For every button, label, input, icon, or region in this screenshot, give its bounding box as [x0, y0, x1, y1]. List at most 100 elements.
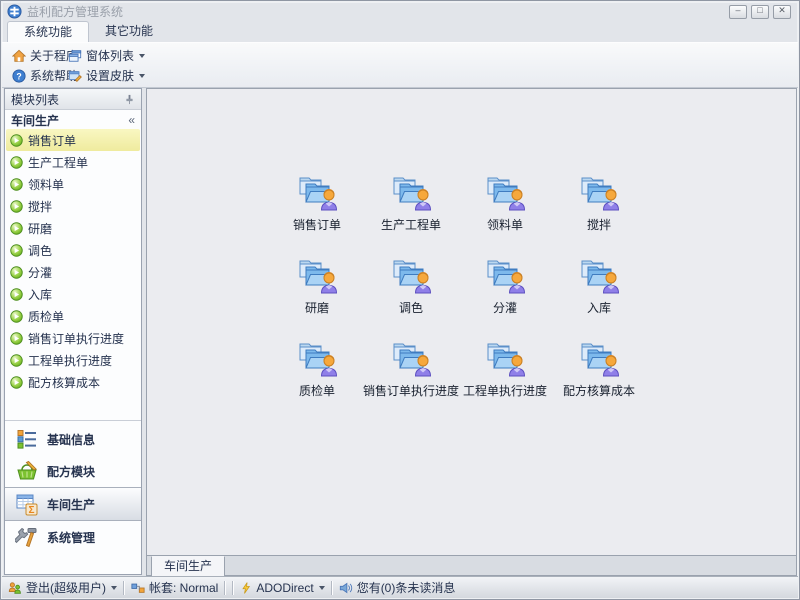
pin-icon[interactable] — [124, 94, 135, 105]
green-arrow-icon — [10, 200, 23, 213]
minimize-button[interactable]: – — [729, 5, 747, 19]
sidebar-item-grinding[interactable]: 研磨 — [6, 217, 140, 239]
title-bar: 益利配方管理系统 – □ ✕ — [1, 1, 799, 21]
sidebar-item-filling[interactable]: 分灌 — [6, 261, 140, 283]
dropdown-arrow-icon — [139, 54, 145, 58]
shortcut-mixing[interactable]: 搅拌 — [552, 165, 646, 248]
sidebar-item-sales-order[interactable]: 销售订单 — [6, 129, 140, 151]
folder-user-icon — [482, 173, 528, 213]
home-icon — [12, 49, 26, 63]
shortcut-material-requisition[interactable]: 领料单 — [458, 165, 552, 248]
green-arrow-icon — [10, 244, 23, 257]
nav-workshop-production[interactable]: Σ 车间生产 — [5, 487, 141, 521]
tools-icon — [15, 525, 39, 549]
sidebar-item-label: 生产工程单 — [28, 154, 88, 171]
shortcut-label: 领料单 — [487, 216, 523, 233]
sidebar-item-sales-order-progress[interactable]: 销售订单执行进度 — [6, 327, 140, 349]
shortcut-quality-inspection[interactable]: 质检单 — [270, 331, 364, 414]
shortcut-production-order[interactable]: 生产工程单 — [364, 165, 458, 248]
sidebar-item-production-order[interactable]: 生产工程单 — [6, 151, 140, 173]
sidebar-item-material-requisition[interactable]: 领料单 — [6, 173, 140, 195]
ado-provider-label: ADODirect — [256, 581, 313, 595]
window-list-button[interactable]: 窗体列表 — [64, 46, 149, 65]
sidebar-item-label: 工程单执行进度 — [28, 352, 112, 369]
sidebar-item-label: 销售订单执行进度 — [28, 330, 124, 347]
account-set-indicator[interactable]: 帐套: Normal — [131, 579, 218, 596]
folder-user-icon — [576, 173, 622, 213]
shortcut-label: 工程单执行进度 — [463, 382, 547, 399]
document-tab-workshop-production[interactable]: 车间生产 — [151, 556, 225, 577]
shortcut-label: 生产工程单 — [381, 216, 441, 233]
shortcut-sales-order[interactable]: 销售订单 — [270, 165, 364, 248]
nav-basic-info[interactable]: 基础信息 — [5, 423, 141, 455]
shortcut-filling[interactable]: 分灌 — [458, 248, 552, 331]
table-sigma-icon: Σ — [15, 492, 39, 516]
unread-messages-indicator[interactable]: 您有(0)条未读消息 — [339, 579, 456, 596]
nav-label: 基础信息 — [47, 431, 95, 448]
tab-other-functions[interactable]: 其它功能 — [89, 21, 169, 42]
folder-user-icon — [294, 256, 340, 296]
nav-formula-module[interactable]: 配方模块 — [5, 455, 141, 487]
set-skin-button[interactable]: 设置皮肤 — [64, 66, 149, 85]
sidebar-divider — [5, 420, 141, 421]
shortcut-label: 研磨 — [305, 299, 329, 316]
shortcut-formula-cost[interactable]: 配方核算成本 — [552, 331, 646, 414]
account-set-label: 帐套: Normal — [149, 579, 218, 596]
sidebar-item-label: 搅拌 — [28, 198, 52, 215]
ado-provider-button[interactable]: ADODirect — [240, 581, 324, 595]
svg-text:?: ? — [16, 71, 21, 81]
lightning-icon — [240, 581, 252, 595]
tab-system-functions[interactable]: 系统功能 — [7, 21, 89, 42]
status-bar: 登出(超级用户) 帐套: Normal ADODirect — [2, 576, 798, 598]
maximize-button[interactable]: □ — [751, 5, 769, 19]
sidebar-item-label: 配方核算成本 — [28, 374, 100, 391]
window-list-icon — [68, 49, 82, 63]
green-arrow-icon — [10, 310, 23, 323]
sidebar-item-label: 研磨 — [28, 220, 52, 237]
nav-system-management[interactable]: 系统管理 — [5, 521, 141, 553]
green-arrow-icon — [10, 354, 23, 367]
sidebar-item-list: 销售订单 生产工程单 领料单 搅拌 研磨 调色 — [5, 129, 141, 393]
green-arrow-icon — [10, 156, 23, 169]
status-separator — [224, 581, 226, 595]
sidebar-item-mixing[interactable]: 搅拌 — [6, 195, 140, 217]
shortcut-project-order-progress[interactable]: 工程单执行进度 — [458, 331, 552, 414]
collapse-icon[interactable]: « — [128, 113, 135, 127]
green-arrow-icon — [10, 332, 23, 345]
dropdown-arrow-icon — [139, 74, 145, 78]
shortcut-sales-order-progress[interactable]: 销售订单执行进度 — [364, 331, 458, 414]
green-arrow-icon — [10, 222, 23, 235]
folder-user-icon — [576, 256, 622, 296]
sidebar-item-quality-inspection[interactable]: 质检单 — [6, 305, 140, 327]
ribbon-tab-bar: 系统功能 其它功能 — [1, 21, 799, 42]
sidebar-item-formula-cost[interactable]: 配方核算成本 — [6, 371, 140, 393]
sidebar-item-project-order-progress[interactable]: 工程单执行进度 — [6, 349, 140, 371]
shortcut-tinting[interactable]: 调色 — [364, 248, 458, 331]
shortcut-label: 配方核算成本 — [563, 382, 635, 399]
shortcut-warehousing[interactable]: 入库 — [552, 248, 646, 331]
green-arrow-icon — [10, 376, 23, 389]
nav-label: 系统管理 — [47, 529, 95, 546]
sidebar-item-warehousing[interactable]: 入库 — [6, 283, 140, 305]
folder-user-icon — [294, 173, 340, 213]
sidebar-group-header[interactable]: 车间生产 « — [5, 110, 141, 130]
shortcut-label: 销售订单 — [293, 216, 341, 233]
green-arrow-icon — [10, 288, 23, 301]
unread-messages-label: 您有(0)条未读消息 — [357, 579, 456, 596]
window-list-label: 窗体列表 — [86, 47, 134, 64]
shortcut-label: 销售订单执行进度 — [363, 382, 459, 399]
folder-user-icon — [576, 339, 622, 379]
help-icon: ? — [12, 69, 26, 83]
set-skin-label: 设置皮肤 — [86, 67, 134, 84]
document-area: 销售订单 生产工程单 领料单 搅拌 研磨 调色 — [146, 88, 797, 556]
nav-label: 车间生产 — [47, 496, 95, 513]
dropdown-arrow-icon — [111, 586, 117, 590]
skin-icon — [68, 69, 82, 83]
document-tab-strip: 车间生产 — [146, 556, 797, 576]
app-window: 益利配方管理系统 – □ ✕ 系统功能 其它功能 关于程序 窗体列表 — [0, 0, 800, 600]
shortcut-grid: 销售订单 生产工程单 领料单 搅拌 研磨 调色 — [270, 165, 646, 414]
shortcut-grinding[interactable]: 研磨 — [270, 248, 364, 331]
sidebar-item-tinting[interactable]: 调色 — [6, 239, 140, 261]
close-button[interactable]: ✕ — [773, 5, 791, 19]
logout-button[interactable]: 登出(超级用户) — [8, 579, 117, 596]
